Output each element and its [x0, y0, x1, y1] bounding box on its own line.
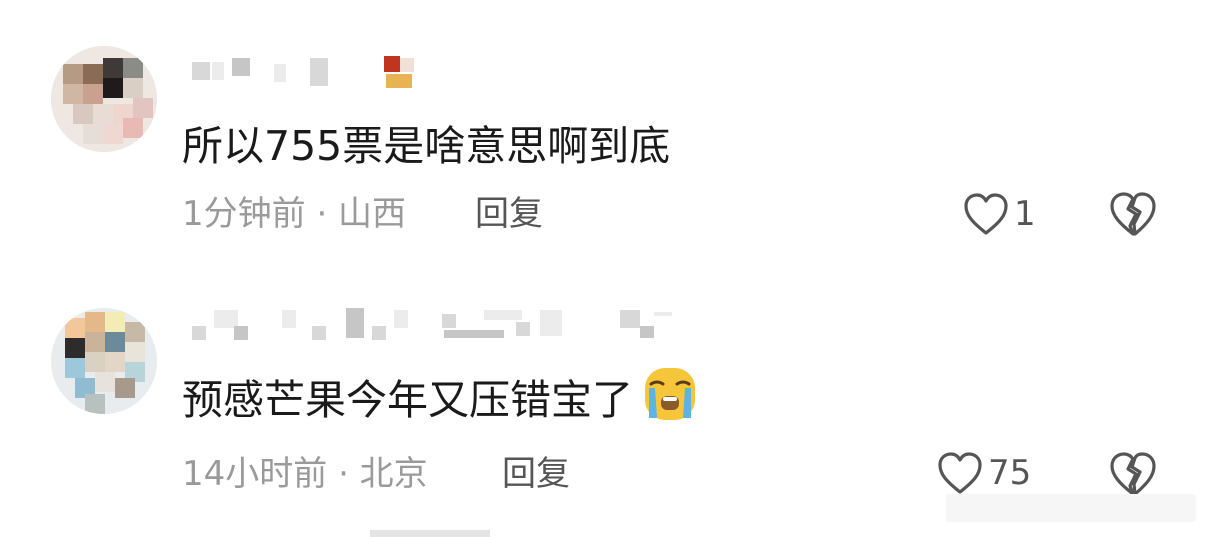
- like-button[interactable]: 1: [962, 189, 1036, 239]
- dislike-button[interactable]: [1108, 190, 1158, 240]
- broken-heart-icon: [1110, 192, 1156, 236]
- like-button[interactable]: 75: [936, 448, 1031, 498]
- like-count: 75: [988, 453, 1032, 493]
- username-obscured[interactable]: [188, 306, 688, 340]
- comment-text: 预感芒果今年又压错宝了: [182, 368, 699, 434]
- broken-heart-icon: [1110, 452, 1156, 496]
- crying-face-emoji: [641, 362, 699, 434]
- username-obscured[interactable]: [188, 56, 438, 90]
- reply-button[interactable]: 回复: [502, 452, 570, 496]
- watermark-obscured: [946, 494, 1196, 522]
- like-count: 1: [1014, 194, 1036, 234]
- avatar[interactable]: [51, 46, 157, 152]
- comment-item: 所以755票是啥意思啊到底 1分钟前 · 山西 回复 1: [0, 0, 1206, 260]
- heart-outline-icon: [964, 193, 1008, 235]
- comment-meta: 14小时前 · 北京: [182, 454, 428, 494]
- dislike-button[interactable]: [1108, 450, 1158, 500]
- heart-outline-icon: [938, 452, 982, 494]
- comment-text: 所以755票是啥意思啊到底: [182, 122, 671, 170]
- next-comment-peek: [370, 530, 490, 537]
- reply-button[interactable]: 回复: [475, 192, 543, 236]
- avatar[interactable]: [51, 308, 157, 414]
- comment-text-content: 预感芒果今年又压错宝了: [182, 376, 633, 424]
- comment-meta: 1分钟前 · 山西: [182, 194, 407, 234]
